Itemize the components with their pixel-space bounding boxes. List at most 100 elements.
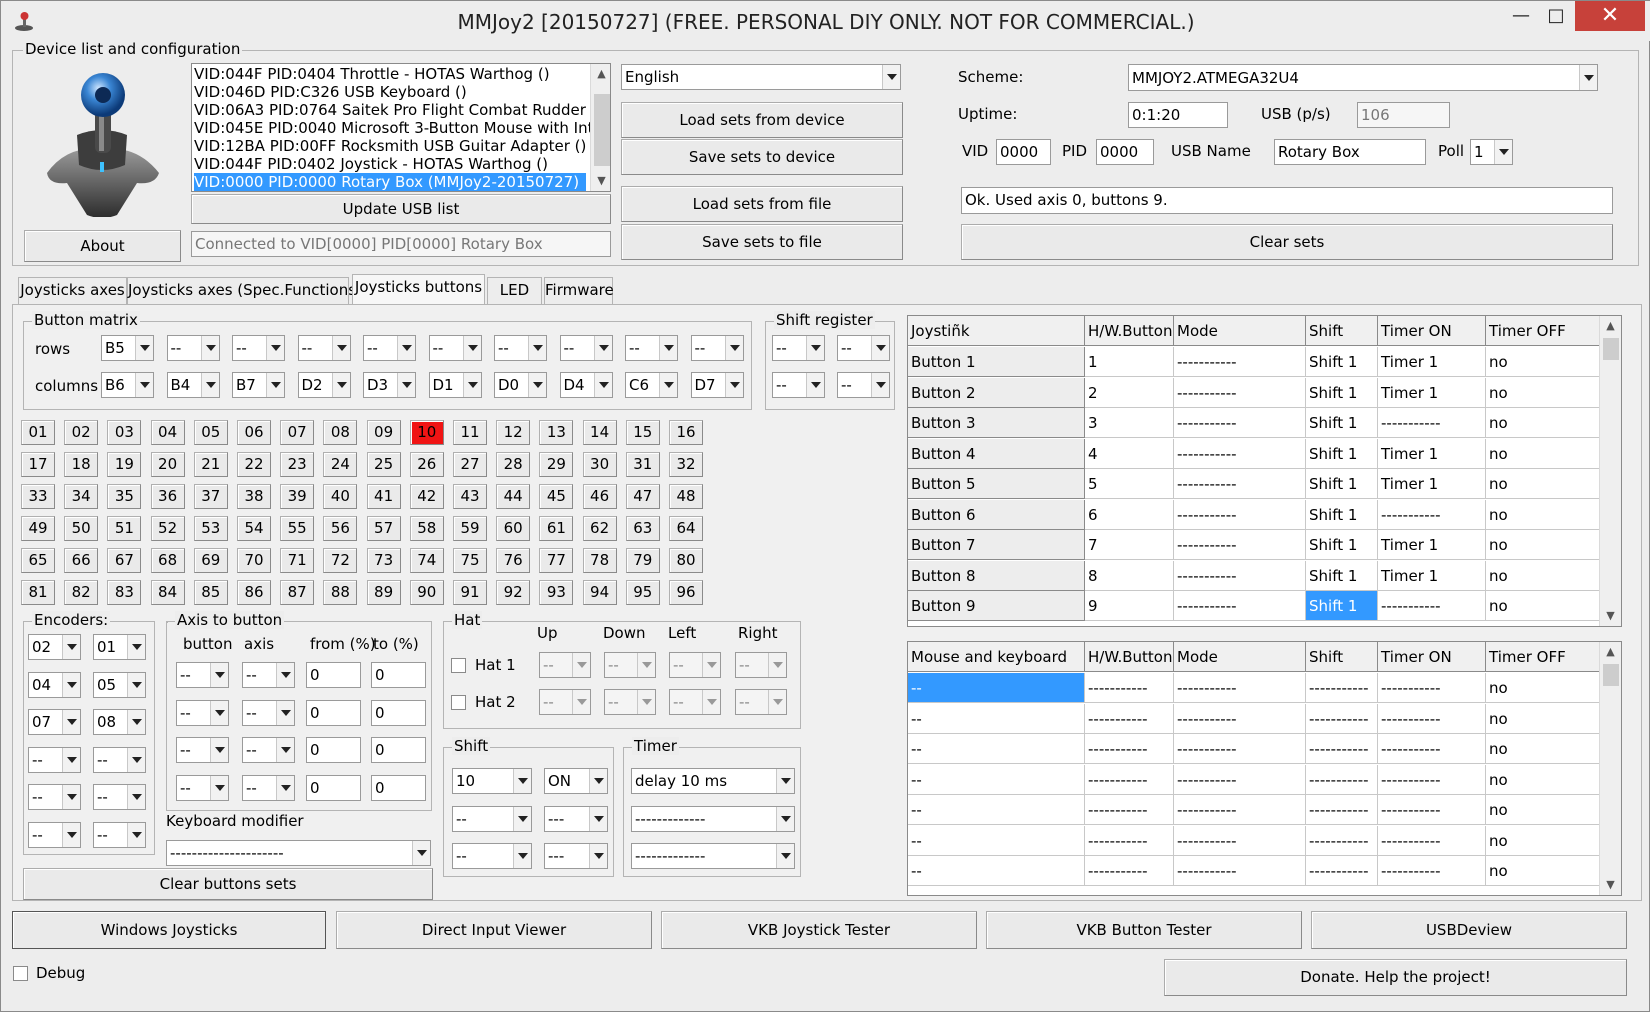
hat-direction-select[interactable]: -- (735, 689, 787, 715)
table-cell[interactable]: Button 8 (908, 560, 1085, 591)
table-cell[interactable]: ----------- (1085, 825, 1174, 856)
table-cell[interactable]: ----------- (1174, 703, 1306, 734)
button-number[interactable]: 59 (453, 516, 487, 541)
button-number[interactable]: 24 (323, 452, 358, 477)
update-usb-list-button[interactable]: Update USB list (191, 194, 611, 224)
button-number[interactable]: 74 (409, 548, 444, 573)
table-cell[interactable]: ----------- (1174, 530, 1306, 560)
matrix-column-select[interactable]: D0 (494, 372, 547, 398)
device-list-item[interactable]: VID:06A3 PID:0764 Saitek Pro Flight Comb… (194, 101, 610, 119)
table-row[interactable]: Button 7 7 ----------- Shift 1 Timer 1 no (908, 530, 1601, 560)
tab-joysticks-axes[interactable]: Joysticks axes (18, 277, 127, 304)
matrix-column-select[interactable]: B4 (166, 372, 220, 398)
button-number[interactable]: 46 (582, 484, 617, 509)
button-number[interactable]: 36 (150, 484, 185, 509)
table-cell[interactable]: -- (908, 673, 1085, 703)
shift-register-select[interactable]: -- (772, 335, 825, 361)
button-number[interactable]: 39 (280, 484, 315, 509)
column-header[interactable]: Mode (1174, 642, 1306, 672)
button-number[interactable]: 04 (150, 420, 185, 445)
axis-from-field[interactable]: 0 (306, 774, 361, 801)
table-cell[interactable]: ----------- (1174, 673, 1306, 703)
axis-select[interactable]: -- (242, 737, 295, 763)
timer-select[interactable]: ------------- (631, 843, 795, 869)
clear-buttons-sets-button[interactable]: Clear buttons sets (23, 868, 433, 900)
table-cell[interactable]: Button 4 (908, 438, 1085, 469)
table-cell[interactable]: ----------- (1085, 764, 1174, 795)
table-cell[interactable]: no (1486, 591, 1601, 621)
hat-direction-select[interactable]: -- (539, 652, 591, 678)
table-cell[interactable]: ----------- (1085, 856, 1174, 886)
column-header[interactable]: Timer OFF (1486, 642, 1601, 672)
button-number[interactable]: 05 (193, 420, 228, 445)
table-row[interactable]: -- ----------- ----------- ----------- -----… (908, 703, 1601, 734)
button-number[interactable]: 54 (237, 516, 271, 541)
hat2-checkbox[interactable] (451, 695, 466, 710)
button-number[interactable]: 90 (409, 580, 444, 605)
button-number[interactable]: 12 (496, 420, 531, 445)
table-cell[interactable]: ----------- (1378, 825, 1486, 856)
scroll-thumb[interactable] (1603, 664, 1619, 686)
buttons-table-scrollbar[interactable]: ▲ ▼ (1599, 316, 1621, 626)
button-number[interactable]: 41 (366, 484, 401, 509)
button-number[interactable]: 28 (496, 452, 531, 477)
vkb-joystick-tester-button[interactable]: VKB Joystick Tester (661, 911, 977, 949)
matrix-row-select[interactable]: -- (625, 335, 678, 361)
button-number[interactable]: 63 (625, 516, 660, 541)
scroll-up-icon[interactable]: ▲ (1600, 642, 1621, 662)
table-cell[interactable]: no (1486, 408, 1601, 438)
table-row[interactable]: -- ----------- ----------- ----------- -----… (908, 764, 1601, 795)
table-cell[interactable]: Button 1 (908, 347, 1085, 377)
table-cell[interactable]: Shift 1 (1306, 591, 1378, 621)
button-number[interactable]: 47 (625, 484, 660, 509)
hat-direction-select[interactable]: -- (604, 652, 656, 678)
table-cell[interactable]: ----------- (1174, 408, 1306, 438)
shift-mode-select[interactable]: ON (544, 768, 608, 794)
button-number[interactable]: 79 (625, 548, 660, 573)
table-cell[interactable]: 7 (1085, 530, 1174, 560)
table-cell[interactable]: ----------- (1174, 764, 1306, 795)
device-list-item[interactable]: VID:044F PID:0402 Joystick - HOTAS Warth… (194, 155, 586, 173)
axis-select[interactable]: -- (242, 774, 295, 801)
table-cell[interactable]: 5 (1085, 469, 1174, 499)
table-row[interactable]: -- ----------- ----------- ----------- -----… (908, 795, 1601, 825)
table-cell[interactable]: 4 (1085, 438, 1174, 469)
table-row[interactable]: Button 8 8 ----------- Shift 1 Timer 1 no (908, 560, 1601, 591)
matrix-column-select[interactable]: B7 (232, 372, 285, 398)
table-cell[interactable]: ----------- (1378, 499, 1486, 530)
device-list-item[interactable]: VID:045E PID:0040 Microsoft 3-Button Mou… (194, 119, 610, 137)
minimize-icon[interactable]: — (1506, 1, 1536, 33)
table-cell[interactable]: ----------- (1174, 347, 1306, 377)
button-number[interactable]: 69 (193, 548, 228, 573)
scroll-down-icon[interactable]: ▼ (1600, 606, 1621, 626)
table-cell[interactable]: Shift 1 (1306, 530, 1378, 560)
device-list-item[interactable]: VID:046D PID:C326 USB Keyboard () (194, 83, 586, 101)
table-cell[interactable]: no (1486, 856, 1601, 886)
table-cell[interactable]: Timer 1 (1378, 347, 1486, 377)
button-number[interactable]: 13 (539, 420, 574, 445)
table-cell[interactable]: Shift 1 (1306, 377, 1378, 408)
debug-checkbox[interactable] (13, 966, 28, 981)
encoder-select[interactable]: -- (28, 822, 81, 848)
button-number[interactable]: 56 (323, 516, 358, 541)
button-number[interactable]: 67 (107, 548, 142, 573)
table-cell[interactable]: ----------- (1378, 856, 1486, 886)
encoder-select[interactable]: -- (28, 746, 81, 773)
axis-from-field[interactable]: 0 (306, 662, 361, 688)
table-cell[interactable]: ----------- (1174, 795, 1306, 825)
button-number[interactable]: 52 (150, 516, 185, 541)
table-row[interactable]: -- ----------- ----------- ----------- -----… (908, 856, 1601, 886)
table-cell[interactable]: ----------- (1174, 438, 1306, 469)
button-number[interactable]: 94 (582, 580, 617, 605)
table-cell[interactable]: ----------- (1174, 499, 1306, 530)
button-number[interactable]: 96 (669, 580, 703, 605)
axis-to-field[interactable]: 0 (371, 662, 426, 688)
matrix-row-select[interactable]: -- (690, 335, 744, 361)
button-number[interactable]: 22 (237, 452, 271, 477)
encoder-select[interactable]: 04 (28, 671, 81, 698)
button-number[interactable]: 11 (453, 420, 487, 445)
table-cell[interactable]: 1 (1085, 347, 1174, 377)
windows-joysticks-button[interactable]: Windows Joysticks (12, 911, 326, 949)
table-cell[interactable]: Button 9 (908, 591, 1085, 621)
button-number[interactable]: 15 (625, 420, 660, 445)
